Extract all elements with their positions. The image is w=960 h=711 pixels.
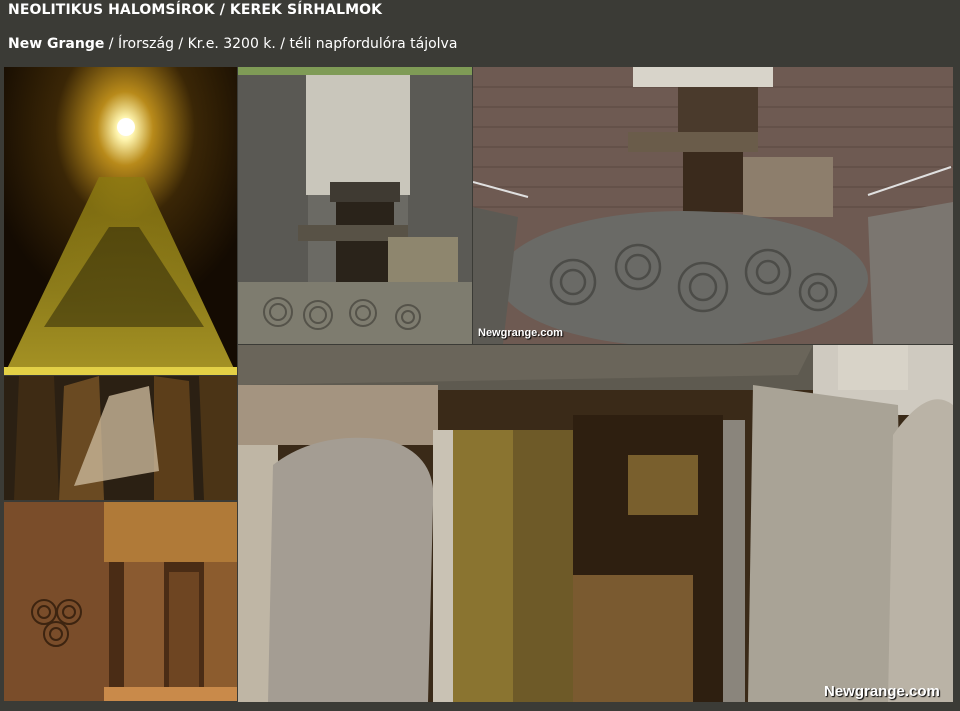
- entrance-stone-image: [473, 67, 953, 344]
- triple-spiral-image: [4, 502, 237, 701]
- photo-passage-entrance: Newgrange.com: [238, 345, 953, 702]
- subtitle-site-name: New Grange: [8, 36, 105, 52]
- photo-entrance-stone-closeup: Newgrange.com: [473, 67, 953, 344]
- slide-title: NEOLITIKUS HALOMSÍROK / KEREK SÍRHALMOK: [8, 2, 383, 18]
- subtitle-details: / Írország / Kr.e. 3200 k. / téli napfor…: [104, 36, 458, 52]
- photo-inner-passage: [4, 376, 237, 500]
- photo-solstice-light-passage: [4, 67, 237, 375]
- photo-entrance-wall: [238, 67, 472, 344]
- watermark-bottom-right: Newgrange.com: [824, 683, 940, 700]
- passage-entrance-image: [238, 345, 953, 702]
- photo-chamber-triple-spiral: [4, 502, 237, 701]
- entrance-wall-image: [238, 67, 472, 344]
- slide-subtitle: New Grange / Írország / Kr.e. 3200 k. / …: [8, 36, 457, 52]
- watermark-top-right: Newgrange.com: [478, 327, 563, 339]
- inner-passage-image: [4, 376, 237, 500]
- solstice-light-image: [4, 67, 237, 375]
